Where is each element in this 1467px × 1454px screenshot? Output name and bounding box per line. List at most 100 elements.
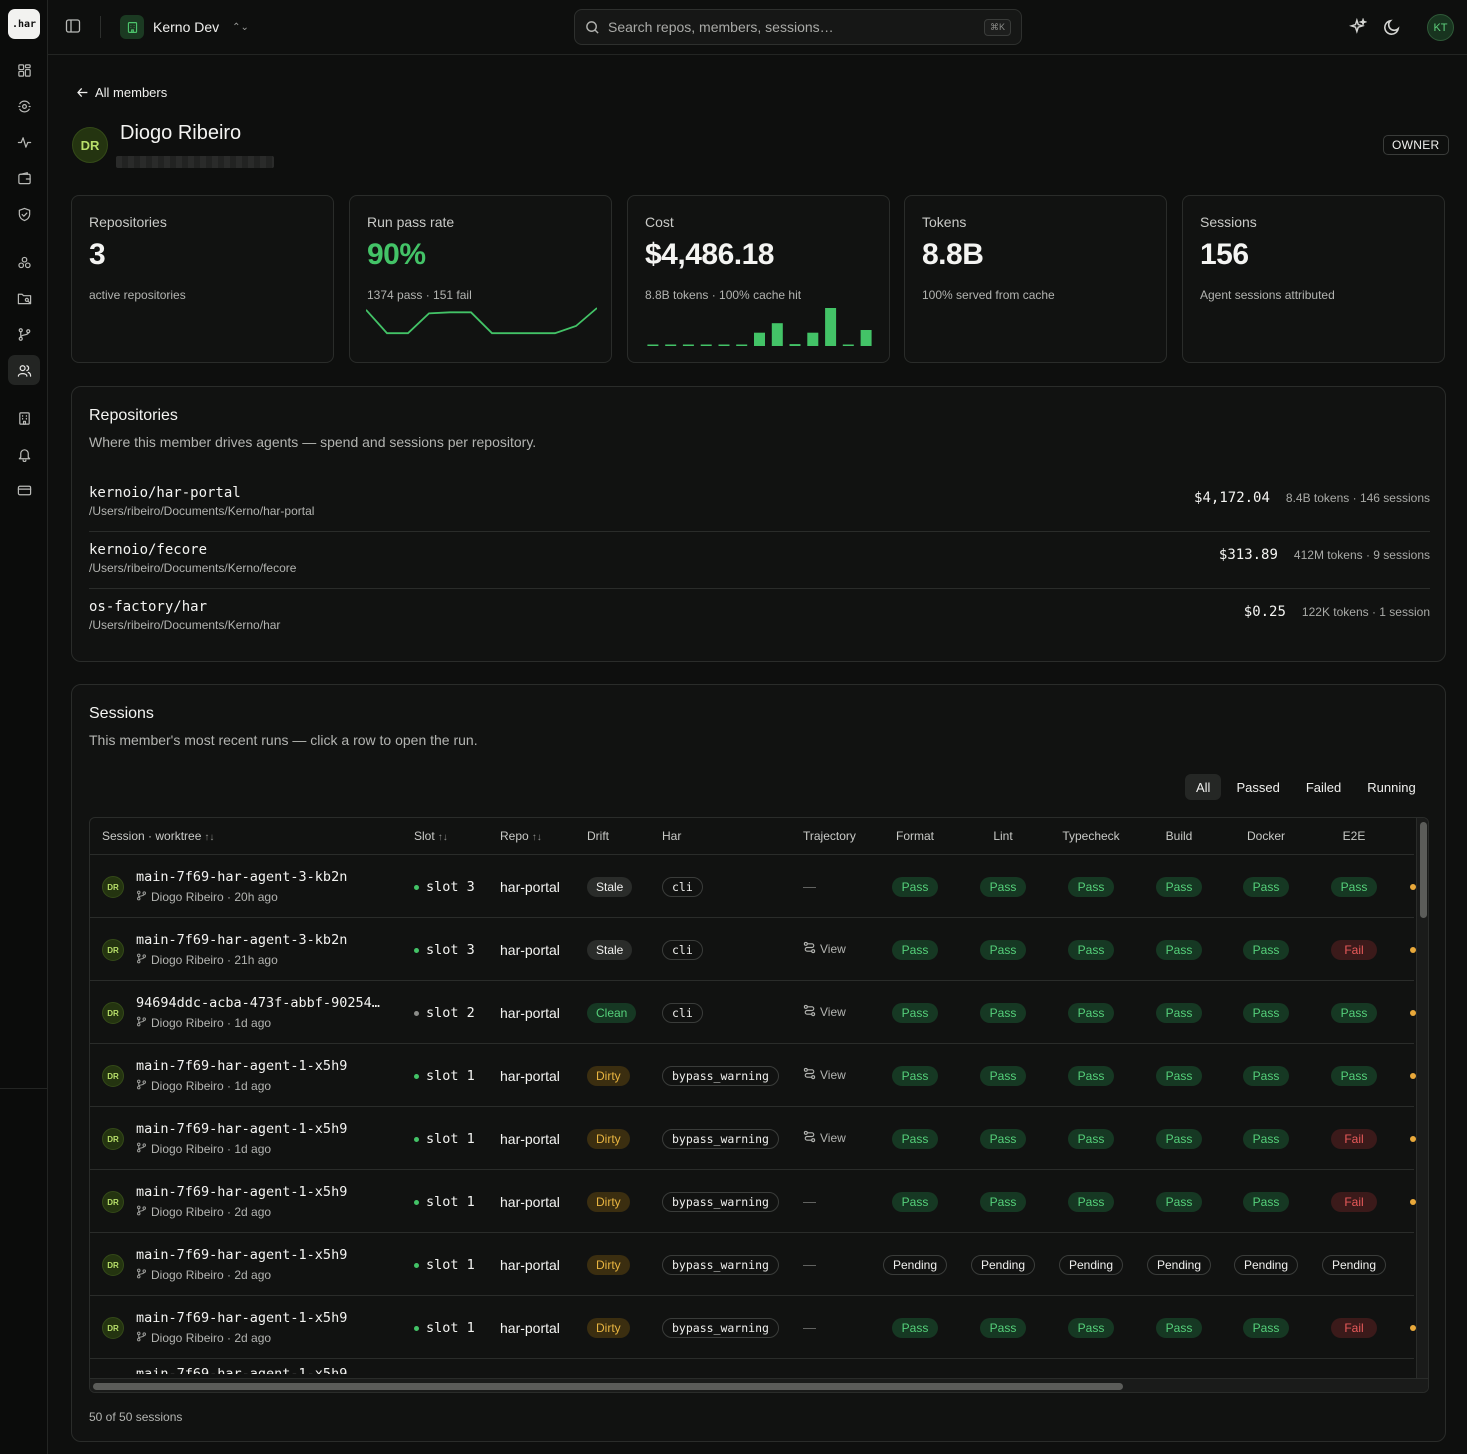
table-row[interactable]: DR 94694ddc-acba-473f-abbf-90254… Diogo Ri… bbox=[90, 981, 1416, 1044]
user-avatar[interactable]: KT bbox=[1427, 14, 1454, 41]
format-status-badge: Pass bbox=[892, 1318, 938, 1338]
session-meta: Diogo Ribeiro · 1d ago bbox=[136, 1079, 271, 1093]
table-row[interactable]: DR main-7f69-har-agent-1-x5h9 Diogo Ribeir… bbox=[90, 1296, 1416, 1359]
column-header: E2E bbox=[1343, 829, 1366, 843]
repository-row[interactable]: kernoio/har-portal/Users/ribeiro/Documen… bbox=[89, 475, 1430, 532]
build-status-badge: Pass bbox=[1156, 940, 1202, 960]
repo-folder-icon[interactable] bbox=[8, 283, 40, 313]
table-row[interactable]: DR main-7f69-har-agent-1-x5h9 Diogo Ribeir… bbox=[90, 1170, 1416, 1233]
lint-status-badge: Pending bbox=[971, 1255, 1035, 1275]
session-meta-text: Diogo Ribeiro · 21h ago bbox=[151, 953, 278, 967]
column-label: Har bbox=[662, 829, 682, 843]
sidebar-toggle-icon[interactable] bbox=[65, 18, 81, 34]
partial-session-row: main-7f69-har-agent-1-x5h9 bbox=[136, 1366, 348, 1374]
table-row[interactable]: DR main-7f69-har-agent-3-kb2n Diogo Ribeir… bbox=[90, 855, 1416, 918]
git-branch-icon[interactable] bbox=[8, 319, 40, 349]
table-row[interactable]: DR main-7f69-har-agent-1-x5h9 Diogo Ribeir… bbox=[90, 1107, 1416, 1170]
table-row[interactable]: DR main-7f69-har-agent-1-x5h9 Diogo Ribeir… bbox=[90, 1233, 1414, 1296]
git-branch-icon bbox=[136, 1331, 147, 1345]
shield-icon[interactable] bbox=[8, 199, 40, 229]
repository-usage: 122K tokens · 1 session bbox=[1301, 605, 1430, 619]
drift-badge: Dirty bbox=[587, 1192, 630, 1212]
cost-bar bbox=[736, 344, 748, 346]
trajectory-view-link[interactable]: View bbox=[803, 1130, 846, 1146]
cost-bar bbox=[807, 332, 819, 346]
sessions-table: Session · worktree ↑↓ Slot ↑↓ Repo ↑↓ Drift Har… bbox=[89, 817, 1429, 1393]
radar-icon[interactable] bbox=[8, 91, 40, 121]
credit-card-icon[interactable] bbox=[8, 475, 40, 505]
bell-icon[interactable] bbox=[8, 439, 40, 469]
repository-name: os-factory/har bbox=[89, 599, 208, 615]
horizontal-scrollbar[interactable] bbox=[90, 1378, 1428, 1392]
users-icon[interactable] bbox=[8, 355, 40, 385]
trajectory-view-link[interactable]: View bbox=[803, 1067, 846, 1083]
sparkles-icon[interactable] bbox=[1348, 17, 1368, 36]
slot-cell: slot 2 bbox=[414, 1005, 475, 1021]
app-logo[interactable]: .har bbox=[8, 9, 40, 39]
building-icon[interactable] bbox=[8, 403, 40, 433]
docker-status-badge: Pass bbox=[1243, 1192, 1289, 1212]
role-badge: OWNER bbox=[1383, 135, 1449, 155]
session-name: main-7f69-har-agent-3-kb2n bbox=[136, 932, 348, 948]
activity-icon[interactable] bbox=[8, 127, 40, 157]
drift-badge: Stale bbox=[587, 940, 633, 960]
agents-icon[interactable] bbox=[8, 247, 40, 277]
cost-bar bbox=[682, 344, 694, 346]
repository-cost: $4,172.04 bbox=[1194, 490, 1270, 506]
column-header[interactable]: Session · worktree ↑↓ bbox=[102, 829, 214, 843]
filter-tab-passed[interactable]: Passed bbox=[1225, 774, 1290, 800]
vertical-scrollbar[interactable] bbox=[1416, 818, 1428, 1378]
slot-status-dot bbox=[414, 1262, 419, 1268]
wallet-icon[interactable] bbox=[8, 163, 40, 193]
table-row[interactable]: DR main-7f69-har-agent-3-kb2n Diogo Ribeir… bbox=[90, 918, 1416, 981]
har-badge: cli bbox=[662, 877, 703, 897]
slot-label: slot 1 bbox=[426, 1257, 475, 1273]
session-name: main-7f69-har-agent-1-x5h9 bbox=[136, 1121, 348, 1137]
format-status-badge: Pass bbox=[892, 1066, 938, 1086]
repository-name: kernoio/har-portal bbox=[89, 485, 241, 501]
sparkline-series bbox=[366, 307, 597, 335]
docker-status-badge: Pass bbox=[1243, 877, 1289, 897]
column-header[interactable]: Slot ↑↓ bbox=[414, 829, 448, 843]
cost-bar bbox=[771, 323, 783, 346]
column-label: Typecheck bbox=[1062, 829, 1120, 843]
trajectory-view-link[interactable]: View bbox=[803, 1004, 846, 1020]
repository-row[interactable]: kernoio/fecore/Users/ribeiro/Documents/K… bbox=[89, 532, 1430, 589]
session-meta-text: Diogo Ribeiro · 2d ago bbox=[151, 1268, 272, 1282]
e2e-status-badge: Pass bbox=[1331, 1066, 1377, 1086]
search-input[interactable]: Search repos, members, sessions… ⌘K bbox=[574, 9, 1022, 45]
stat-label: Sessions bbox=[1200, 214, 1257, 230]
workspace-switcher[interactable]: Kerno Dev ⌃⌄ bbox=[120, 14, 249, 40]
filter-tab-all[interactable]: All bbox=[1185, 774, 1222, 800]
slot-status-dot bbox=[414, 1073, 419, 1079]
filter-tab-running[interactable]: Running bbox=[1356, 774, 1426, 800]
slot-status-dot bbox=[414, 1010, 419, 1016]
moon-icon[interactable] bbox=[1383, 18, 1401, 36]
trajectory-view-link[interactable]: View bbox=[803, 941, 846, 957]
har-badge: bypass_warning bbox=[662, 1255, 779, 1275]
dashboard-icon[interactable] bbox=[8, 55, 40, 85]
typecheck-status-badge: Pending bbox=[1059, 1255, 1123, 1275]
avatar: DR bbox=[102, 876, 124, 898]
repository-path: /Users/ribeiro/Documents/Kerno/fecore bbox=[89, 561, 297, 575]
typecheck-status-badge: Pass bbox=[1068, 877, 1114, 897]
build-status-badge: Pass bbox=[1156, 1003, 1202, 1023]
repositories-card: Repositories 3 active repositories bbox=[71, 195, 334, 363]
session-meta-text: Diogo Ribeiro · 1d ago bbox=[151, 1079, 272, 1093]
session-meta: Diogo Ribeiro · 1d ago bbox=[136, 1142, 271, 1156]
docker-status-badge: Pass bbox=[1243, 1318, 1289, 1338]
search-placeholder: Search repos, members, sessions… bbox=[608, 19, 834, 35]
session-meta-text: Diogo Ribeiro · 20h ago bbox=[151, 890, 278, 904]
git-branch-icon bbox=[136, 1079, 147, 1093]
repo-cell: har-portal bbox=[500, 1005, 560, 1021]
table-row[interactable]: DR main-7f69-har-agent-1-x5h9 Diogo Ribeir… bbox=[90, 1044, 1416, 1107]
route-icon bbox=[803, 1067, 816, 1083]
repository-row[interactable]: os-factory/har/Users/ribeiro/Documents/K… bbox=[89, 589, 1430, 646]
filter-tab-failed[interactable]: Failed bbox=[1295, 774, 1352, 800]
har-badge: bypass_warning bbox=[662, 1066, 779, 1086]
column-header[interactable]: Repo ↑↓ bbox=[500, 829, 542, 843]
back-to-members-link[interactable]: All members bbox=[76, 85, 167, 100]
docker-status-badge: Pass bbox=[1243, 1129, 1289, 1149]
route-icon bbox=[803, 941, 816, 957]
section-title: Repositories bbox=[89, 407, 178, 424]
